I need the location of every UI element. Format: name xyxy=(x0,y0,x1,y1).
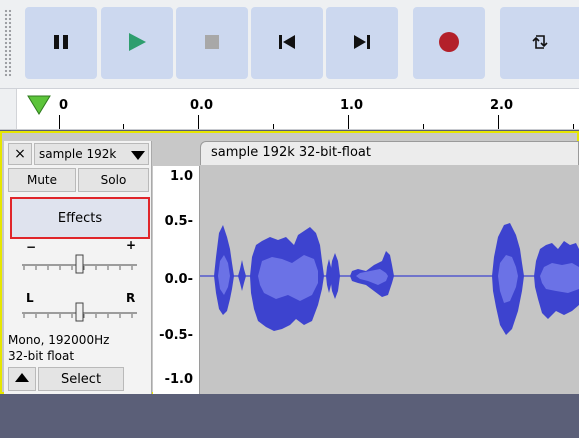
loop-button[interactable] xyxy=(500,7,579,79)
loop-icon xyxy=(530,32,550,55)
ruler-left-margin xyxy=(0,89,17,129)
record-icon xyxy=(438,31,460,56)
gain-slider-track xyxy=(22,254,137,274)
skip-end-icon xyxy=(353,34,371,53)
ruler-label: 1.0 xyxy=(340,98,364,113)
vruler-label: 1.0 xyxy=(169,169,193,184)
clip-title: sample 192k 32-bit-float xyxy=(211,145,371,160)
empty-tracks-area[interactable] xyxy=(0,396,579,438)
play-icon xyxy=(127,32,147,55)
transport-toolbar xyxy=(0,0,579,89)
ruler-label: 0 xyxy=(59,98,69,113)
vruler-label: 0.0- xyxy=(164,272,193,287)
dropdown-triangle-icon xyxy=(131,150,145,164)
track-area: × sample 192k Mute Solo Effects − + L R xyxy=(0,131,579,394)
track-name-menu[interactable]: sample 192k xyxy=(34,143,149,165)
track-format-depth: 32-bit float xyxy=(8,349,75,363)
solo-button[interactable]: Solo xyxy=(78,168,149,192)
play-button[interactable] xyxy=(101,7,173,79)
vertical-amplitude-ruler[interactable]: 1.0 0.5- 0.0- -0.5- -1.0 xyxy=(153,166,200,394)
waveform xyxy=(200,223,579,335)
play-head-triangle-icon[interactable] xyxy=(27,95,51,118)
clip-title-bar[interactable]: sample 192k 32-bit-float xyxy=(200,141,579,165)
select-track-button[interactable]: Select xyxy=(38,367,124,391)
ruler-label: 2.0 xyxy=(490,98,514,113)
clip-waveform-area[interactable] xyxy=(200,165,579,394)
pan-slider-track xyxy=(22,302,137,322)
ruler-tick xyxy=(573,124,574,129)
timeline-ruler[interactable]: 0 0.0 1.0 2.0 xyxy=(0,89,579,130)
stop-button[interactable] xyxy=(176,7,248,79)
close-track-button[interactable]: × xyxy=(8,143,32,165)
collapse-track-button[interactable] xyxy=(8,367,36,391)
track-control-panel: × sample 192k Mute Solo Effects − + L R xyxy=(4,141,152,394)
vruler-label: -0.5- xyxy=(159,328,193,343)
track-name: sample 192k xyxy=(39,147,117,161)
gain-minus-label: − xyxy=(26,240,37,254)
ruler-tick xyxy=(59,115,60,129)
stop-icon xyxy=(204,34,220,53)
skip-to-end-button[interactable] xyxy=(326,7,398,79)
ruler-tick xyxy=(423,124,424,129)
ruler-tick xyxy=(273,124,274,129)
gain-slider[interactable] xyxy=(22,253,137,275)
ruler-label: 0.0 xyxy=(190,98,214,113)
vruler-label: 0.5- xyxy=(164,214,193,229)
skip-start-icon xyxy=(278,34,296,53)
pan-slider[interactable] xyxy=(22,301,137,323)
record-button[interactable] xyxy=(413,7,485,79)
ruler-tick xyxy=(348,115,349,129)
collapse-arrow-icon xyxy=(15,372,29,386)
vruler-label: -1.0 xyxy=(164,372,193,387)
track-format-rate: Mono, 192000Hz xyxy=(8,333,110,347)
gain-plus-label: + xyxy=(126,238,137,252)
toolbar-grip-handle[interactable] xyxy=(4,9,12,77)
effects-button[interactable]: Effects xyxy=(10,197,150,239)
pause-button[interactable] xyxy=(25,7,97,79)
pause-icon xyxy=(53,34,69,53)
ruler-tick xyxy=(123,124,124,129)
ruler-tick xyxy=(498,115,499,129)
skip-to-start-button[interactable] xyxy=(251,7,323,79)
ruler-tick xyxy=(198,115,199,129)
mute-button[interactable]: Mute xyxy=(8,168,76,192)
